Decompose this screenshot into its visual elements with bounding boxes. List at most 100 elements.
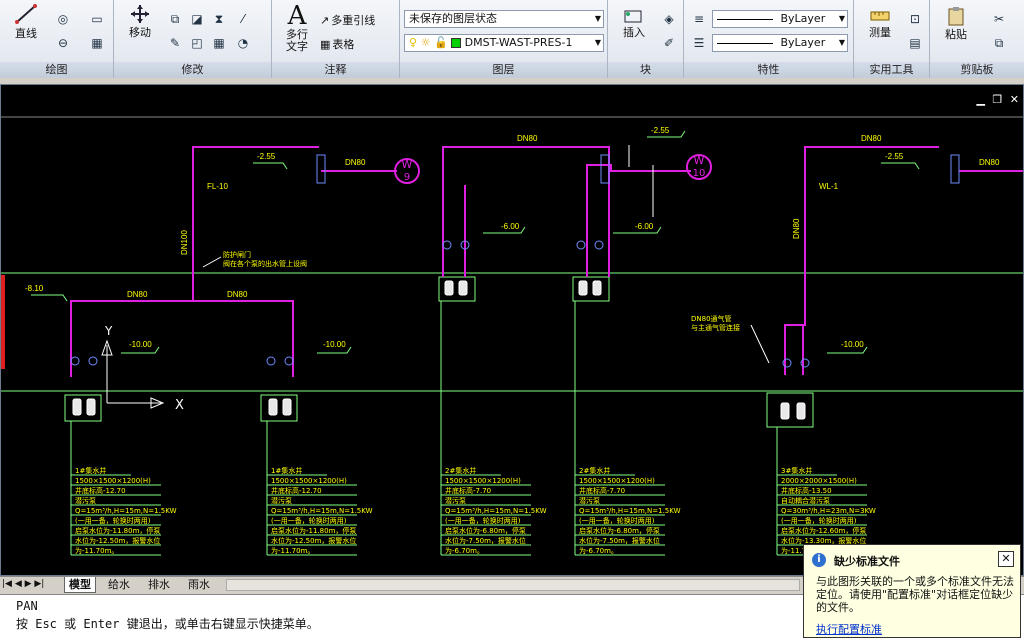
lineweight-sample: [717, 42, 773, 44]
sump-pit: [64, 394, 102, 422]
pipe-label: DN80: [517, 134, 538, 143]
layer-value: DMST-WAST-PRES-1: [464, 36, 573, 49]
tab-drain[interactable]: 排水: [144, 577, 174, 593]
move-button[interactable]: 移动: [118, 0, 162, 44]
horizontal-scrollbar[interactable]: [226, 579, 800, 591]
paste-button[interactable]: 粘贴: [934, 2, 978, 46]
lineweight-dropdown[interactable]: ByLayer ▼: [712, 34, 848, 52]
linetype-icon[interactable]: ≡: [690, 10, 708, 28]
valve-symbol: [316, 154, 326, 184]
pump-valve-group: [70, 240, 810, 368]
pit-table-row: 潜污泵: [445, 496, 466, 505]
mleader-button[interactable]: ↗ 多重引线: [320, 12, 375, 28]
layer-dropdown[interactable]: ♀ ☼ 🔓 DMST-WAST-PRES-1 ▼: [404, 34, 604, 52]
well-9: W 9: [394, 158, 420, 184]
trim-tool-icon[interactable]: ⁄: [234, 10, 252, 28]
scale-tool-icon[interactable]: ◰: [188, 34, 206, 52]
axis-y-label: Y: [104, 324, 113, 338]
well-number: 9: [404, 172, 410, 183]
rectangle-tool-icon[interactable]: ▭: [88, 10, 106, 28]
drawing-svg: W 9 W 10 DN80 DN100 DN80 DN80 DN80 DN80 …: [1, 116, 1023, 556]
pump-icon: [458, 280, 468, 296]
create-block-icon[interactable]: ◈: [660, 10, 678, 28]
copy-tool-icon[interactable]: ⧉: [166, 10, 184, 28]
well-letter: W: [694, 154, 705, 167]
balloon-body: 与此图形关联的一个或多个标准文件无法定位。请使用"配置标准"对话框定位缺少的文件…: [816, 575, 1014, 614]
tab-supply[interactable]: 给水: [104, 577, 134, 593]
panel-title-properties[interactable]: 特性: [684, 62, 853, 78]
sump-pit: [766, 392, 814, 428]
tab-model[interactable]: 模型: [64, 577, 96, 593]
drawing-viewport[interactable]: ▁ ❐ ✕ W 9 W 10 DN80 DN100 DN80 DN80 DN80…: [0, 84, 1024, 576]
circle-tool-icon[interactable]: ◎: [54, 10, 72, 28]
pit-table-row: 井底标高-7.70: [579, 486, 625, 495]
axis-x-label: X: [175, 398, 184, 413]
mtext-button[interactable]: A 多行 文字: [276, 0, 318, 56]
elevation-label: -10.00: [129, 340, 152, 349]
quick-select-icon[interactable]: ⊡: [906, 10, 924, 28]
balloon-title: 缺少标准文件: [834, 555, 900, 568]
panel-title-clipboard[interactable]: 剪贴板: [930, 62, 1024, 78]
panel-title-block[interactable]: 块: [608, 62, 683, 78]
panel-title-modify[interactable]: 修改: [114, 62, 271, 78]
mirror-tool-icon[interactable]: ⧗: [210, 10, 228, 28]
insert-label: 插入: [623, 26, 645, 39]
edit-block-icon[interactable]: ✐: [660, 34, 678, 52]
well-10: W 10: [686, 154, 712, 180]
elevation-label: -10.00: [841, 340, 864, 349]
pump-icon: [282, 398, 292, 416]
tab-rain[interactable]: 雨水: [184, 577, 214, 593]
pit-table-row: 1#集水井: [75, 466, 106, 475]
info-icon: i: [812, 553, 826, 567]
note-leader: [750, 324, 770, 364]
panel-draw: 直线 ◎ ▭ ⊖ ▦ 绘图: [0, 0, 114, 78]
table-label: 表格: [332, 38, 355, 51]
pit-table-row: 1500×1500×1200(H): [445, 477, 521, 485]
pipe-code: WL-1: [819, 182, 839, 191]
pit-table-row: 1#集水井: [271, 466, 302, 475]
panel-layers: 未保存的图层状态 ▼ ♀ ☼ 🔓 DMST-WAST-PRES-1 ▼ 图层: [400, 0, 608, 78]
calculator-icon[interactable]: ▤: [906, 34, 924, 52]
note-vent: DN80通气管与主通气管连接: [691, 314, 740, 332]
line-icon: [15, 4, 37, 24]
close-icon[interactable]: ✕: [998, 551, 1014, 567]
panel-title-layers[interactable]: 图层: [400, 62, 607, 78]
light-bulb-icon: ♀: [409, 36, 418, 49]
panel-title-annotation[interactable]: 注释: [272, 62, 399, 78]
pit-table-row: Q=30m³/h,H=23m,N=3KW: [781, 507, 876, 515]
sun-icon: ☼: [420, 36, 431, 49]
erase-tool-icon[interactable]: ✎: [166, 34, 184, 52]
linetype-dropdown[interactable]: ByLayer ▼: [712, 10, 848, 28]
configure-standards-link[interactable]: 执行配置标准: [816, 621, 882, 637]
table-button[interactable]: ▦ 表格: [320, 36, 354, 52]
pipe-label: DN80: [345, 158, 366, 167]
array-tool-icon[interactable]: ▦: [210, 34, 228, 52]
line-button[interactable]: 直线: [4, 0, 48, 44]
mtext-label: 多行 文字: [286, 28, 308, 53]
pit-table-row: 潜污泵: [75, 496, 96, 505]
pit-table-row: (一用一备，轮换时两用): [445, 516, 521, 525]
panel-title-utilities[interactable]: 实用工具: [854, 62, 929, 78]
panel-title-draw[interactable]: 绘图: [0, 62, 113, 78]
stretch-tool-icon[interactable]: ◪: [188, 10, 206, 28]
measure-button[interactable]: 测量: [858, 2, 902, 46]
pit-table-row: (一用一备，轮换时两用): [75, 516, 151, 525]
ellipse-tool-icon[interactable]: ⊖: [54, 34, 72, 52]
lock-icon: 🔓: [433, 36, 448, 49]
pump-icon: [796, 402, 806, 420]
offset-tool-icon[interactable]: ◔: [234, 34, 252, 52]
pit-table-row: 1500×1500×1200(H): [579, 477, 655, 485]
pit-table-row: Q=15m³/h,H=15m,N=1.5KW: [445, 507, 547, 515]
cut-icon[interactable]: ✂: [990, 10, 1008, 28]
tab-nav-arrows[interactable]: |◀ ◀ ▶ ▶|: [2, 577, 44, 592]
panel-utilities: 测量 ⊡ ▤ 实用工具: [854, 0, 930, 78]
pit-table-row: (一用一备，轮换时两用): [271, 516, 347, 525]
sump-pit: [438, 276, 476, 302]
well-letter: W: [402, 158, 413, 171]
lineweight-icon[interactable]: ☰: [690, 34, 708, 52]
valve-symbol: [950, 154, 960, 184]
insert-button[interactable]: 插入: [612, 2, 656, 46]
hatch-tool-icon[interactable]: ▦: [88, 34, 106, 52]
layer-state-dropdown[interactable]: 未保存的图层状态 ▼: [404, 10, 604, 28]
copy-clip-icon[interactable]: ⧉: [990, 34, 1008, 52]
